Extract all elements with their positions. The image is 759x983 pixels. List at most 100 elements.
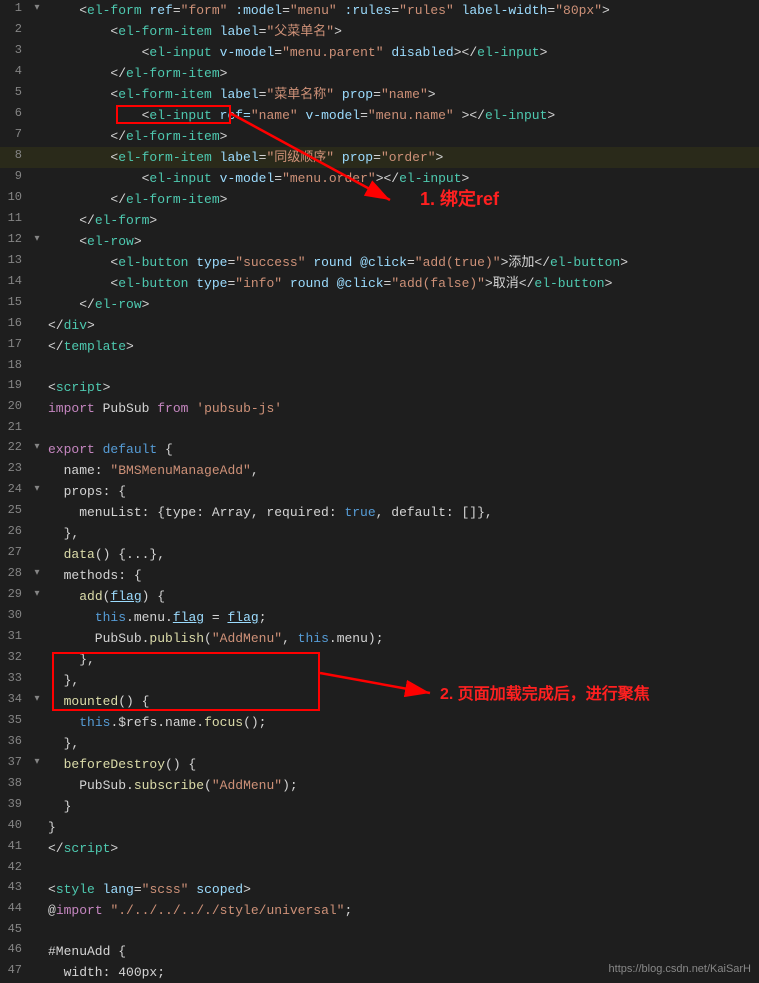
line-number: 47 <box>0 962 30 977</box>
line-number: 19 <box>0 377 30 392</box>
line-number: 22 <box>0 439 30 454</box>
fold-icon <box>30 210 44 223</box>
code-line-26: 26 }, <box>0 523 759 544</box>
fold-icon <box>30 42 44 55</box>
code-line-9: 9 <el-input v-model="menu.order"></el-in… <box>0 168 759 189</box>
code-line-44: 44 @import "./../../.././style/universal… <box>0 900 759 921</box>
code-line-36: 36 }, <box>0 733 759 754</box>
code-content: }, <box>44 649 759 670</box>
line-number: 11 <box>0 210 30 225</box>
fold-icon <box>30 126 44 139</box>
code-content: <el-form-item label="菜单名称" prop="name"> <box>44 84 759 105</box>
code-content: } <box>44 817 759 838</box>
line-number: 35 <box>0 712 30 727</box>
fold-icon <box>30 252 44 265</box>
line-number: 43 <box>0 879 30 894</box>
line-number: 18 <box>0 357 30 372</box>
line-number: 8 <box>0 147 30 162</box>
line-number: 44 <box>0 900 30 915</box>
code-content: </el-row> <box>44 294 759 315</box>
line-number: 37 <box>0 754 30 769</box>
fold-icon <box>30 315 44 328</box>
code-content <box>44 357 759 359</box>
code-line-40: 40 } <box>0 817 759 838</box>
line-number: 6 <box>0 105 30 120</box>
fold-icon <box>30 775 44 788</box>
fold-icon <box>30 607 44 620</box>
code-line-34: 34▾ mounted() { <box>0 691 759 712</box>
code-content: </template> <box>44 336 759 357</box>
code-line-31: 31 PubSub.publish("AddMenu", this.menu); <box>0 628 759 649</box>
watermark: https://blog.csdn.net/KaiSarH <box>609 963 751 975</box>
code-line-29: 29▾ add(flag) { <box>0 586 759 607</box>
code-line-18: 18 <box>0 357 759 377</box>
line-number: 10 <box>0 189 30 204</box>
fold-icon[interactable]: ▾ <box>30 0 44 14</box>
fold-icon[interactable]: ▾ <box>30 439 44 453</box>
fold-icon[interactable]: ▾ <box>30 481 44 495</box>
code-line-35: 35 this.$refs.name.focus(); <box>0 712 759 733</box>
fold-icon <box>30 921 44 934</box>
code-line-6: 6 <el-input ref="name" v-model="menu.nam… <box>0 105 759 126</box>
code-content: methods: { <box>44 565 759 586</box>
code-line-7: 7 </el-form-item> <box>0 126 759 147</box>
code-content: data() {...}, <box>44 544 759 565</box>
fold-icon[interactable]: ▾ <box>30 586 44 600</box>
line-number: 26 <box>0 523 30 538</box>
code-line-42: 42 <box>0 859 759 879</box>
line-number: 25 <box>0 502 30 517</box>
code-content: }, <box>44 523 759 544</box>
line-number: 32 <box>0 649 30 664</box>
line-number: 39 <box>0 796 30 811</box>
code-line-17: 17 </template> <box>0 336 759 357</box>
code-line-20: 20 import PubSub from 'pubsub-js' <box>0 398 759 419</box>
line-number: 3 <box>0 42 30 57</box>
code-content: add(flag) { <box>44 586 759 607</box>
code-line-15: 15 </el-row> <box>0 294 759 315</box>
code-line-25: 25 menuList: {type: Array, required: tru… <box>0 502 759 523</box>
fold-icon <box>30 962 44 975</box>
code-content: export default { <box>44 439 759 460</box>
line-number: 42 <box>0 859 30 874</box>
fold-icon <box>30 105 44 118</box>
fold-icon[interactable]: ▾ <box>30 754 44 768</box>
code-content: name: "BMSMenuManageAdd", <box>44 460 759 481</box>
line-number: 36 <box>0 733 30 748</box>
code-line-22: 22▾export default { <box>0 439 759 460</box>
code-content: <el-button type="info" round @click="add… <box>44 273 759 294</box>
code-content: props: { <box>44 481 759 502</box>
fold-icon <box>30 21 44 34</box>
code-line-4: 4 </el-form-item> <box>0 63 759 84</box>
fold-icon <box>30 838 44 851</box>
code-content: <style lang="scss" scoped> <box>44 879 759 900</box>
code-line-1: 1▾ <el-form ref="form" :model="menu" :ru… <box>0 0 759 21</box>
line-number: 45 <box>0 921 30 936</box>
code-line-12: 12▾ <el-row> <box>0 231 759 252</box>
fold-icon <box>30 377 44 390</box>
line-number: 34 <box>0 691 30 706</box>
fold-icon <box>30 168 44 181</box>
code-content: #MenuAdd { <box>44 941 759 962</box>
fold-icon <box>30 147 44 160</box>
line-number: 7 <box>0 126 30 141</box>
fold-icon[interactable]: ▾ <box>30 231 44 245</box>
code-content: <el-row> <box>44 231 759 252</box>
code-line-21: 21 <box>0 419 759 439</box>
line-number: 24 <box>0 481 30 496</box>
fold-icon[interactable]: ▾ <box>30 565 44 579</box>
code-content: @import "./../../.././style/universal"; <box>44 900 759 921</box>
line-number: 14 <box>0 273 30 288</box>
code-line-43: 43 <style lang="scss" scoped> <box>0 879 759 900</box>
code-content <box>44 921 759 923</box>
line-number: 33 <box>0 670 30 685</box>
line-number: 5 <box>0 84 30 99</box>
fold-icon[interactable]: ▾ <box>30 691 44 705</box>
code-line-32: 32 }, <box>0 649 759 670</box>
fold-icon <box>30 336 44 349</box>
code-content: <el-form-item label="同级顺序" prop="order"> <box>44 147 759 168</box>
fold-icon <box>30 649 44 662</box>
fold-icon <box>30 84 44 97</box>
code-content: </el-form-item> <box>44 189 759 210</box>
fold-icon <box>30 273 44 286</box>
line-number: 23 <box>0 460 30 475</box>
